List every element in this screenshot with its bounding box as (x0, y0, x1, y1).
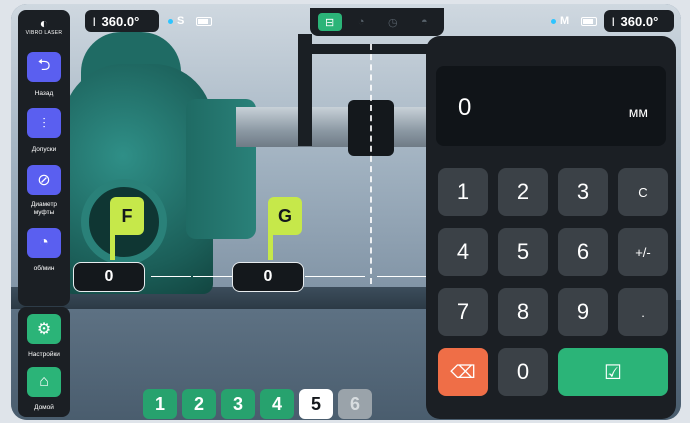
numeric-keypad: 0 мм 1 2 3 C 4 5 6 +/- 7 8 9 . ⌫ 0 ☑ (426, 36, 676, 419)
key-decimal[interactable]: . (618, 288, 668, 336)
m-unit-angle: 360.0° (620, 13, 659, 29)
key-clear[interactable]: C (618, 168, 668, 216)
tag-g-stem (268, 234, 273, 260)
rpm-label: об/мин (33, 265, 55, 272)
back-arrow-icon: ⮌ (37, 56, 51, 74)
laser-bracket (298, 34, 312, 146)
settings-icon: ⚙ (36, 321, 52, 338)
m-unit-battery-icon (581, 16, 598, 26)
mode-toolbar: ⊟ ◔ ◷ ◓ (310, 8, 444, 36)
app-logo: ◐ VIBRO LASER (18, 16, 70, 36)
clock-icon: ◷ (387, 16, 398, 29)
tag-f-stem (110, 234, 115, 260)
key-1[interactable]: 1 (438, 168, 488, 216)
step-indicator: 1 2 3 4 5 6 (143, 389, 372, 419)
keypad-display-value: 0 (458, 94, 472, 121)
angle-marker-icon: | (93, 16, 96, 26)
shaft (236, 107, 436, 147)
tag-g: G (268, 197, 302, 235)
keypad-display: 0 мм (436, 66, 666, 146)
key-0[interactable]: 0 (498, 348, 548, 396)
s-unit-angle-pill: | 360.0° (85, 10, 159, 32)
left-sidebar-bottom: ⚙ Настройки ⌂ Домой (18, 307, 70, 417)
key-7[interactable]: 7 (438, 288, 488, 336)
key-4[interactable]: 4 (438, 228, 488, 276)
s-unit-status: S (168, 15, 213, 27)
step-4[interactable]: 4 (260, 389, 294, 419)
tolerance-icon: ⫶ (42, 114, 46, 131)
backspace-icon: ⌫ (450, 361, 476, 382)
dimension-line-g-right (377, 276, 431, 277)
s-unit-battery-icon (196, 16, 213, 26)
back-label: Назад (34, 90, 54, 97)
logo-icon: ◐ (39, 15, 49, 31)
tolerance-label: Допуски (31, 146, 57, 153)
settings-label: Настройки (28, 351, 60, 358)
coupling-diameter-label: Диаметр муфты (30, 201, 58, 216)
value-f[interactable]: 0 (73, 262, 145, 292)
step-6: 6 (338, 389, 372, 419)
gauge-icon: ◓ (421, 16, 428, 28)
angle-marker-icon: | (612, 16, 615, 26)
back-button[interactable]: ⮌ (27, 52, 61, 82)
rpm-gauge-icon: ◔ (39, 234, 49, 251)
vertical-shafts-icon: ◔ (357, 16, 365, 28)
key-5[interactable]: 5 (498, 228, 548, 276)
mode-clock-button[interactable]: ◷ (381, 13, 405, 31)
m-unit-angle-pill: | 360.0° (604, 10, 674, 32)
s-unit-label: S (177, 15, 185, 27)
logo-text: VIBRO LASER (25, 30, 63, 36)
m-unit-connection-dot (551, 18, 556, 24)
step-3[interactable]: 3 (221, 389, 255, 419)
key-backspace[interactable]: ⌫ (438, 348, 488, 396)
s-unit-connection-dot (168, 18, 173, 24)
key-2[interactable]: 2 (498, 168, 548, 216)
mode-vertical-button[interactable]: ◔ (349, 13, 373, 31)
dimension-line-g (305, 276, 365, 277)
mode-gauge-button[interactable]: ◓ (412, 13, 436, 31)
home-icon: ⌂ (39, 373, 49, 390)
value-g[interactable]: 0 (232, 262, 304, 292)
keypad-display-unit: мм (628, 104, 648, 120)
key-6[interactable]: 6 (558, 228, 608, 276)
s-unit-angle: 360.0° (101, 13, 140, 29)
mode-horizontal-button[interactable]: ⊟ (317, 13, 342, 31)
key-8[interactable]: 8 (498, 288, 548, 336)
horizontal-shafts-icon: ⊟ (324, 16, 335, 29)
step-1[interactable]: 1 (143, 389, 177, 419)
step-5[interactable]: 5 (299, 389, 333, 419)
dimension-line-f-right (193, 276, 233, 277)
rpm-button[interactable]: ◔ (27, 228, 61, 258)
coupling-diameter-button[interactable]: ⊘ (27, 165, 61, 195)
coupling-center-line (370, 44, 372, 284)
key-confirm[interactable]: ☑ (558, 348, 668, 396)
home-label: Домой (34, 404, 54, 411)
tag-f: F (110, 197, 144, 235)
diameter-icon: ⊘ (37, 172, 51, 189)
settings-button[interactable]: ⚙ (27, 314, 61, 344)
key-plus-minus[interactable]: +/- (618, 228, 668, 276)
left-sidebar: ◐ VIBRO LASER ⮌ Назад ⫶ Допуски ⊘ Диамет… (18, 10, 70, 306)
home-button[interactable]: ⌂ (27, 367, 61, 397)
m-unit-status: M (551, 15, 598, 27)
tolerance-button[interactable]: ⫶ (27, 108, 61, 138)
step-2[interactable]: 2 (182, 389, 216, 419)
dimension-line-f (151, 276, 191, 277)
key-3[interactable]: 3 (558, 168, 608, 216)
key-9[interactable]: 9 (558, 288, 608, 336)
checkbox-check-icon: ☑ (604, 361, 622, 384)
m-unit-label: M (560, 15, 570, 27)
